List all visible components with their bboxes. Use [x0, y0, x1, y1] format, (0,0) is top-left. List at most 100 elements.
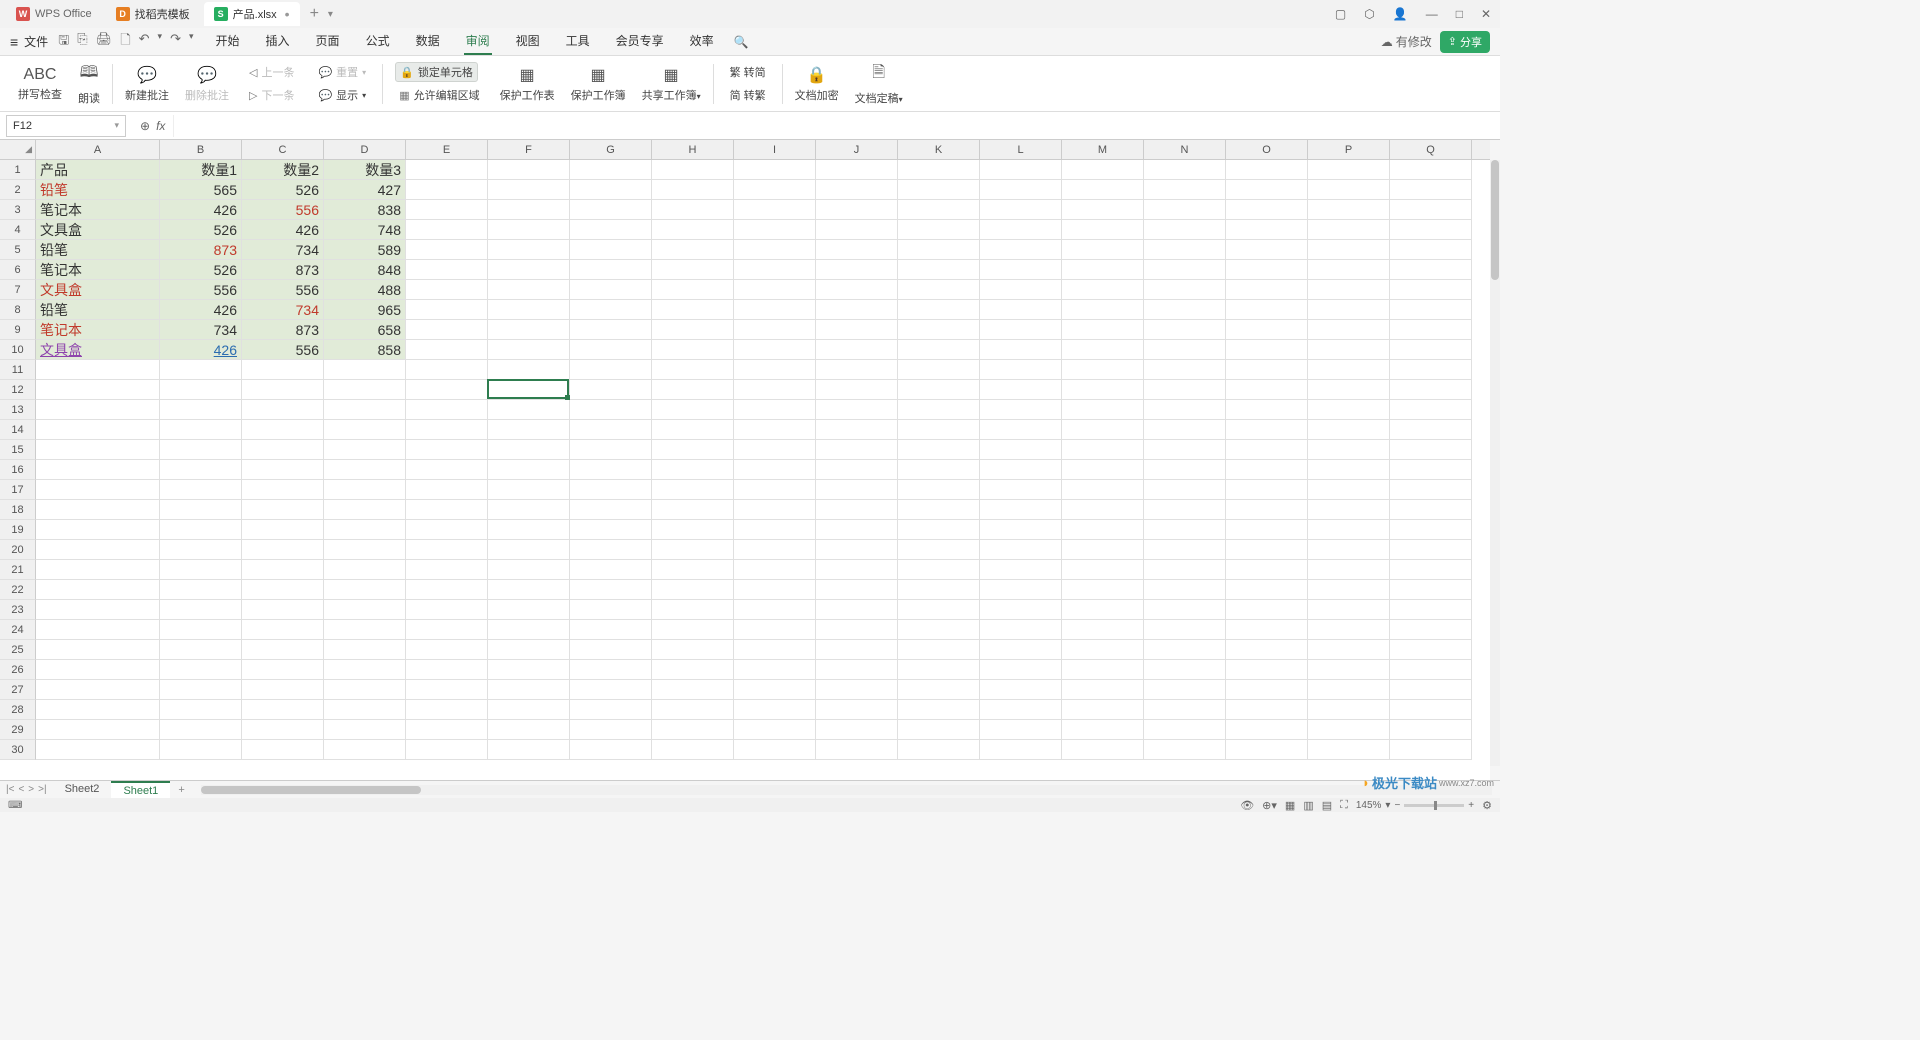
row-header-28[interactable]: 28	[0, 700, 36, 720]
cell-H9[interactable]	[652, 320, 734, 340]
cell-D12[interactable]	[324, 380, 406, 400]
cell-Q23[interactable]	[1390, 600, 1472, 620]
cell-E30[interactable]	[406, 740, 488, 760]
cell-J27[interactable]	[816, 680, 898, 700]
cell-I30[interactable]	[734, 740, 816, 760]
cell-P13[interactable]	[1308, 400, 1390, 420]
cell-K20[interactable]	[898, 540, 980, 560]
cell-L9[interactable]	[980, 320, 1062, 340]
cell-A24[interactable]	[36, 620, 160, 640]
cell-M27[interactable]	[1062, 680, 1144, 700]
sheet-tab-Sheet2[interactable]: Sheet2	[53, 781, 112, 799]
view-normal-icon[interactable]: ▦	[1285, 799, 1295, 812]
cell-F29[interactable]	[488, 720, 570, 740]
cell-D3[interactable]: 838	[324, 200, 406, 220]
cell-B9[interactable]: 734	[160, 320, 242, 340]
cell-F19[interactable]	[488, 520, 570, 540]
col-header-Q[interactable]: Q	[1390, 140, 1472, 159]
has-modify-indicator[interactable]: ☁ 有修改	[1381, 33, 1432, 50]
cell-Q20[interactable]	[1390, 540, 1472, 560]
cell-N3[interactable]	[1144, 200, 1226, 220]
cell-M5[interactable]	[1062, 240, 1144, 260]
cell-L10[interactable]	[980, 340, 1062, 360]
cell-L3[interactable]	[980, 200, 1062, 220]
row-header-23[interactable]: 23	[0, 600, 36, 620]
cell-A23[interactable]	[36, 600, 160, 620]
cell-J26[interactable]	[816, 660, 898, 680]
row-header-19[interactable]: 19	[0, 520, 36, 540]
cell-B17[interactable]	[160, 480, 242, 500]
cell-P12[interactable]	[1308, 380, 1390, 400]
cell-H14[interactable]	[652, 420, 734, 440]
cell-M26[interactable]	[1062, 660, 1144, 680]
cell-E27[interactable]	[406, 680, 488, 700]
cell-G22[interactable]	[570, 580, 652, 600]
cell-E2[interactable]	[406, 180, 488, 200]
view-page-icon[interactable]: ▥	[1303, 799, 1313, 812]
cell-P19[interactable]	[1308, 520, 1390, 540]
cell-D16[interactable]	[324, 460, 406, 480]
cell-G2[interactable]	[570, 180, 652, 200]
cell-D10[interactable]: 858	[324, 340, 406, 360]
cell-C12[interactable]	[242, 380, 324, 400]
cell-J20[interactable]	[816, 540, 898, 560]
cell-N18[interactable]	[1144, 500, 1226, 520]
display-comment[interactable]: 💬显示▾	[314, 85, 370, 105]
cell-B19[interactable]	[160, 520, 242, 540]
row-header-7[interactable]: 7	[0, 280, 36, 300]
cell-G8[interactable]	[570, 300, 652, 320]
cell-D29[interactable]	[324, 720, 406, 740]
cell-N30[interactable]	[1144, 740, 1226, 760]
row-header-24[interactable]: 24	[0, 620, 36, 640]
cell-H13[interactable]	[652, 400, 734, 420]
read-button[interactable]: 🕮 朗读	[70, 59, 108, 109]
cell-O29[interactable]	[1226, 720, 1308, 740]
cell-N17[interactable]	[1144, 480, 1226, 500]
row-header-15[interactable]: 15	[0, 440, 36, 460]
cell-F8[interactable]	[488, 300, 570, 320]
cell-N14[interactable]	[1144, 420, 1226, 440]
cell-G24[interactable]	[570, 620, 652, 640]
row-header-11[interactable]: 11	[0, 360, 36, 380]
cell-H30[interactable]	[652, 740, 734, 760]
cell-N19[interactable]	[1144, 520, 1226, 540]
formula-input[interactable]	[173, 115, 1500, 137]
cell-M7[interactable]	[1062, 280, 1144, 300]
hamburger-icon[interactable]: ≡	[10, 34, 18, 50]
cell-I12[interactable]	[734, 380, 816, 400]
cell-Q11[interactable]	[1390, 360, 1472, 380]
cell-F15[interactable]	[488, 440, 570, 460]
cell-Q18[interactable]	[1390, 500, 1472, 520]
cell-E29[interactable]	[406, 720, 488, 740]
cell-N11[interactable]	[1144, 360, 1226, 380]
cell-D25[interactable]	[324, 640, 406, 660]
cell-F12[interactable]	[488, 380, 570, 400]
cell-M10[interactable]	[1062, 340, 1144, 360]
cell-D7[interactable]: 488	[324, 280, 406, 300]
ribbon-tab-数据[interactable]: 数据	[414, 28, 442, 55]
cell-A3[interactable]: 笔记本	[36, 200, 160, 220]
col-header-N[interactable]: N	[1144, 140, 1226, 159]
cell-M4[interactable]	[1062, 220, 1144, 240]
cell-C19[interactable]	[242, 520, 324, 540]
cell-C1[interactable]: 数量2	[242, 160, 324, 180]
zoom-in-icon[interactable]: +	[1468, 800, 1474, 811]
cell-K16[interactable]	[898, 460, 980, 480]
cell-D11[interactable]	[324, 360, 406, 380]
cell-I7[interactable]	[734, 280, 816, 300]
file-tab[interactable]: S 产品.xlsx •	[204, 2, 300, 26]
cell-F30[interactable]	[488, 740, 570, 760]
cube-icon[interactable]: ⬡	[1361, 5, 1377, 23]
cell-M13[interactable]	[1062, 400, 1144, 420]
cell-B16[interactable]	[160, 460, 242, 480]
cell-G15[interactable]	[570, 440, 652, 460]
cell-Q26[interactable]	[1390, 660, 1472, 680]
horizontal-scrollbar[interactable]	[201, 785, 1492, 795]
cell-J1[interactable]	[816, 160, 898, 180]
cell-G5[interactable]	[570, 240, 652, 260]
cell-M14[interactable]	[1062, 420, 1144, 440]
cell-D30[interactable]	[324, 740, 406, 760]
cell-Q4[interactable]	[1390, 220, 1472, 240]
cell-F4[interactable]	[488, 220, 570, 240]
cell-M21[interactable]	[1062, 560, 1144, 580]
